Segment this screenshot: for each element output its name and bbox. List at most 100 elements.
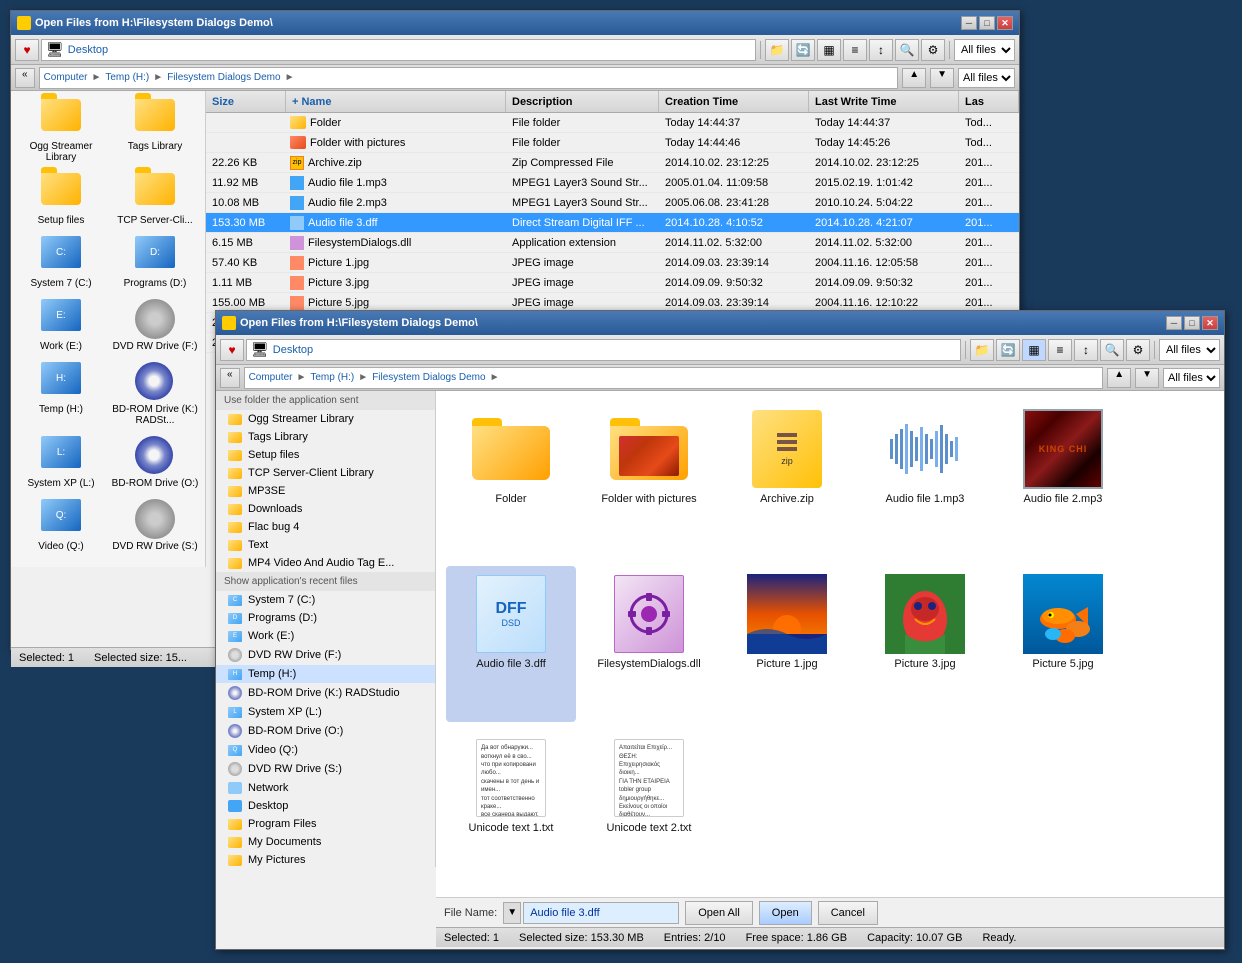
sidebar-item-dvds[interactable]: DVD RW Drive (S:) [216,759,435,779]
maximize-btn-1[interactable]: □ [979,16,995,30]
sidebar-item-progd[interactable]: D Programs (D:) [216,609,435,627]
shortcut-f[interactable]: DVD RW Drive (F:) [109,295,201,356]
sidebar-item-flac[interactable]: Flac bug 4 [216,518,435,536]
sidebar-item-mp3se[interactable]: MP3SE [216,482,435,500]
folder-btn-2[interactable]: 📁 [970,339,994,361]
icon-txt2[interactable]: Απαιτείται Επιχείρ... ΘΕΣΗ: Επιχειρησιακ… [584,730,714,887]
sidebar-item-mp4[interactable]: MP4 Video And Audio Tag E... [216,554,435,572]
down-btn-1[interactable]: ▼ [930,68,954,88]
filter-dropdown-2[interactable]: All files [1159,339,1220,361]
open-btn[interactable]: Open [759,901,812,925]
icon-audio2[interactable]: KING CHI Audio file 2.mp3 [998,401,1128,558]
icon-folder-pic[interactable]: Folder with pictures [584,401,714,558]
minimize-btn-1[interactable]: ─ [961,16,977,30]
shortcut-c[interactable]: C: System 7 (C:) [15,232,107,293]
bc-temp-2[interactable]: Temp (H:) [310,372,354,383]
icon-pic5[interactable]: Picture 5.jpg [998,566,1128,723]
sidebar-item-worke[interactable]: E Work (E:) [216,627,435,645]
row-folder-pic-1[interactable]: Folder with pictures File folder Today 1… [206,133,1019,153]
row-dll-1[interactable]: 6.15 MB FilesystemDialogs.dll Applicatio… [206,233,1019,253]
view-btn1[interactable]: ▦ [817,39,841,61]
shortcut-e[interactable]: E: Work (E:) [15,295,107,356]
sidebar-item-mypics[interactable]: My Pictures [216,851,435,867]
sidebar-item-bdk[interactable]: BD-ROM Drive (K:) RADStudio [216,683,435,703]
icon-dll[interactable]: FilesystemDialogs.dll [584,566,714,723]
row-mp3-1[interactable]: 11.92 MB Audio file 1.mp3 MPEG1 Layer3 S… [206,173,1019,193]
shortcut-h[interactable]: H: Temp (H:) [15,358,107,430]
bc-computer-1[interactable]: Computer [44,72,88,83]
settings-btn[interactable]: ⚙ [921,39,945,61]
icon-folder[interactable]: Folder [446,401,576,558]
sidebar-item-tags[interactable]: Tags Library [216,428,435,446]
sort-btn-2[interactable]: ↕ [1074,339,1098,361]
col-name[interactable]: + Name [286,91,506,112]
minimize-btn-2[interactable]: ─ [1166,316,1182,330]
shortcut-tcp[interactable]: TCP Server-Cli... [109,169,201,230]
sidebar-item-sysc[interactable]: C System 7 (C:) [216,591,435,609]
icon-pic1[interactable]: Picture 1.jpg [722,566,852,723]
sidebar-item-network[interactable]: Network [216,779,435,797]
shortcut-d[interactable]: D: Programs (D:) [109,232,201,293]
search-btn[interactable]: 🔍 [895,39,919,61]
col-modified[interactable]: Last Write Time [809,91,959,112]
maximize-btn-2[interactable]: □ [1184,316,1200,330]
address-bar-1[interactable]: 🖥 Desktop [41,39,756,61]
filter-dropdown-1[interactable]: All files [954,39,1015,61]
sidebar-item-setup[interactable]: Setup files [216,446,435,464]
open-all-btn[interactable]: Open All [685,901,753,925]
bc-fsdem-2[interactable]: Filesystem Dialogs Demo [372,372,485,383]
shortcut-k[interactable]: BD-ROM Drive (K:) RADSt... [109,358,201,430]
heart-btn-2[interactable]: ♥ [220,339,244,361]
icon-audio1[interactable]: Audio file 1.mp3 [860,401,990,558]
heart-btn[interactable]: ♥ [15,39,39,61]
view-list-btn[interactable]: ≡ [1048,339,1072,361]
sidebar-item-downloads[interactable]: Downloads [216,500,435,518]
close-btn-2[interactable]: ✕ [1202,316,1218,330]
sidebar-item-temph[interactable]: H Temp (H:) [216,665,435,683]
path-bar-1[interactable]: Computer ► Temp (H:) ► Filesystem Dialog… [39,67,899,89]
bc-temp-1[interactable]: Temp (H:) [105,72,149,83]
close-btn-1[interactable]: ✕ [997,16,1013,30]
bc-fsdem-1[interactable]: Filesystem Dialogs Demo [167,72,280,83]
search-btn-2[interactable]: 🔍 [1100,339,1124,361]
sidebar-item-text[interactable]: Text [216,536,435,554]
row-folder-1[interactable]: Folder File folder Today 14:44:37 Today … [206,113,1019,133]
view-btn2[interactable]: ≡ [843,39,867,61]
icon-txt1[interactable]: Да вот обнаружи... воткнул её в сво... ч… [446,730,576,887]
refresh-btn-2[interactable]: 🔄 [996,339,1020,361]
shortcut-setup[interactable]: Setup files [15,169,107,230]
icon-pic3[interactable]: Picture 3.jpg [860,566,990,723]
row-dff-1[interactable]: 153.30 MB Audio file 3.dff Direct Stream… [206,213,1019,233]
icon-dff[interactable]: DFF DSD Audio file 3.dff [446,566,576,723]
down-btn-2[interactable]: ▼ [1135,368,1159,388]
col-last[interactable]: Las [959,91,1019,112]
sidebar-item-bdo[interactable]: BD-ROM Drive (O:) [216,721,435,741]
shortcut-s[interactable]: DVD RW Drive (S:) [109,495,201,556]
sidebar-item-sysl[interactable]: L System XP (L:) [216,703,435,721]
bc-computer-2[interactable]: Computer [249,372,293,383]
filename-dropdown-btn[interactable]: ▼ [503,902,521,924]
row-pic1-1[interactable]: 57.40 KB Picture 1.jpg JPEG image 2014.0… [206,253,1019,273]
sidebar-item-progfiles[interactable]: Program Files [216,815,435,833]
settings-btn-2[interactable]: ⚙ [1126,339,1150,361]
path-bar-2[interactable]: Computer ► Temp (H:) ► Filesystem Dialog… [244,367,1104,389]
breadcrumb-desktop-2[interactable]: Desktop [273,344,313,356]
sidebar-item-vidq[interactable]: Q Video (Q:) [216,741,435,759]
refresh-btn[interactable]: 🔄 [791,39,815,61]
sidebar-item-mydocs[interactable]: My Documents [216,833,435,851]
shortcut-ogg[interactable]: Ogg Streamer Library [15,95,107,167]
up-btn-2[interactable]: ▲ [1107,368,1131,388]
sidebar-item-ogg[interactable]: Ogg Streamer Library [216,410,435,428]
allfiles-dropdown-2[interactable]: All files [1163,368,1220,388]
filename-input[interactable] [523,902,679,924]
col-size[interactable]: Size [206,91,286,112]
sort-btn[interactable]: ↕ [869,39,893,61]
up-btn-1[interactable]: ▲ [902,68,926,88]
col-created[interactable]: Creation Time [659,91,809,112]
shortcut-q[interactable]: Q: Video (Q:) [15,495,107,556]
cancel-btn[interactable]: Cancel [818,901,878,925]
allfiles-dropdown-1[interactable]: All files [958,68,1015,88]
shortcut-tags[interactable]: Tags Library [109,95,201,167]
shortcut-l[interactable]: L: System XP (L:) [15,432,107,493]
view-large-btn[interactable]: ▦ [1022,339,1046,361]
